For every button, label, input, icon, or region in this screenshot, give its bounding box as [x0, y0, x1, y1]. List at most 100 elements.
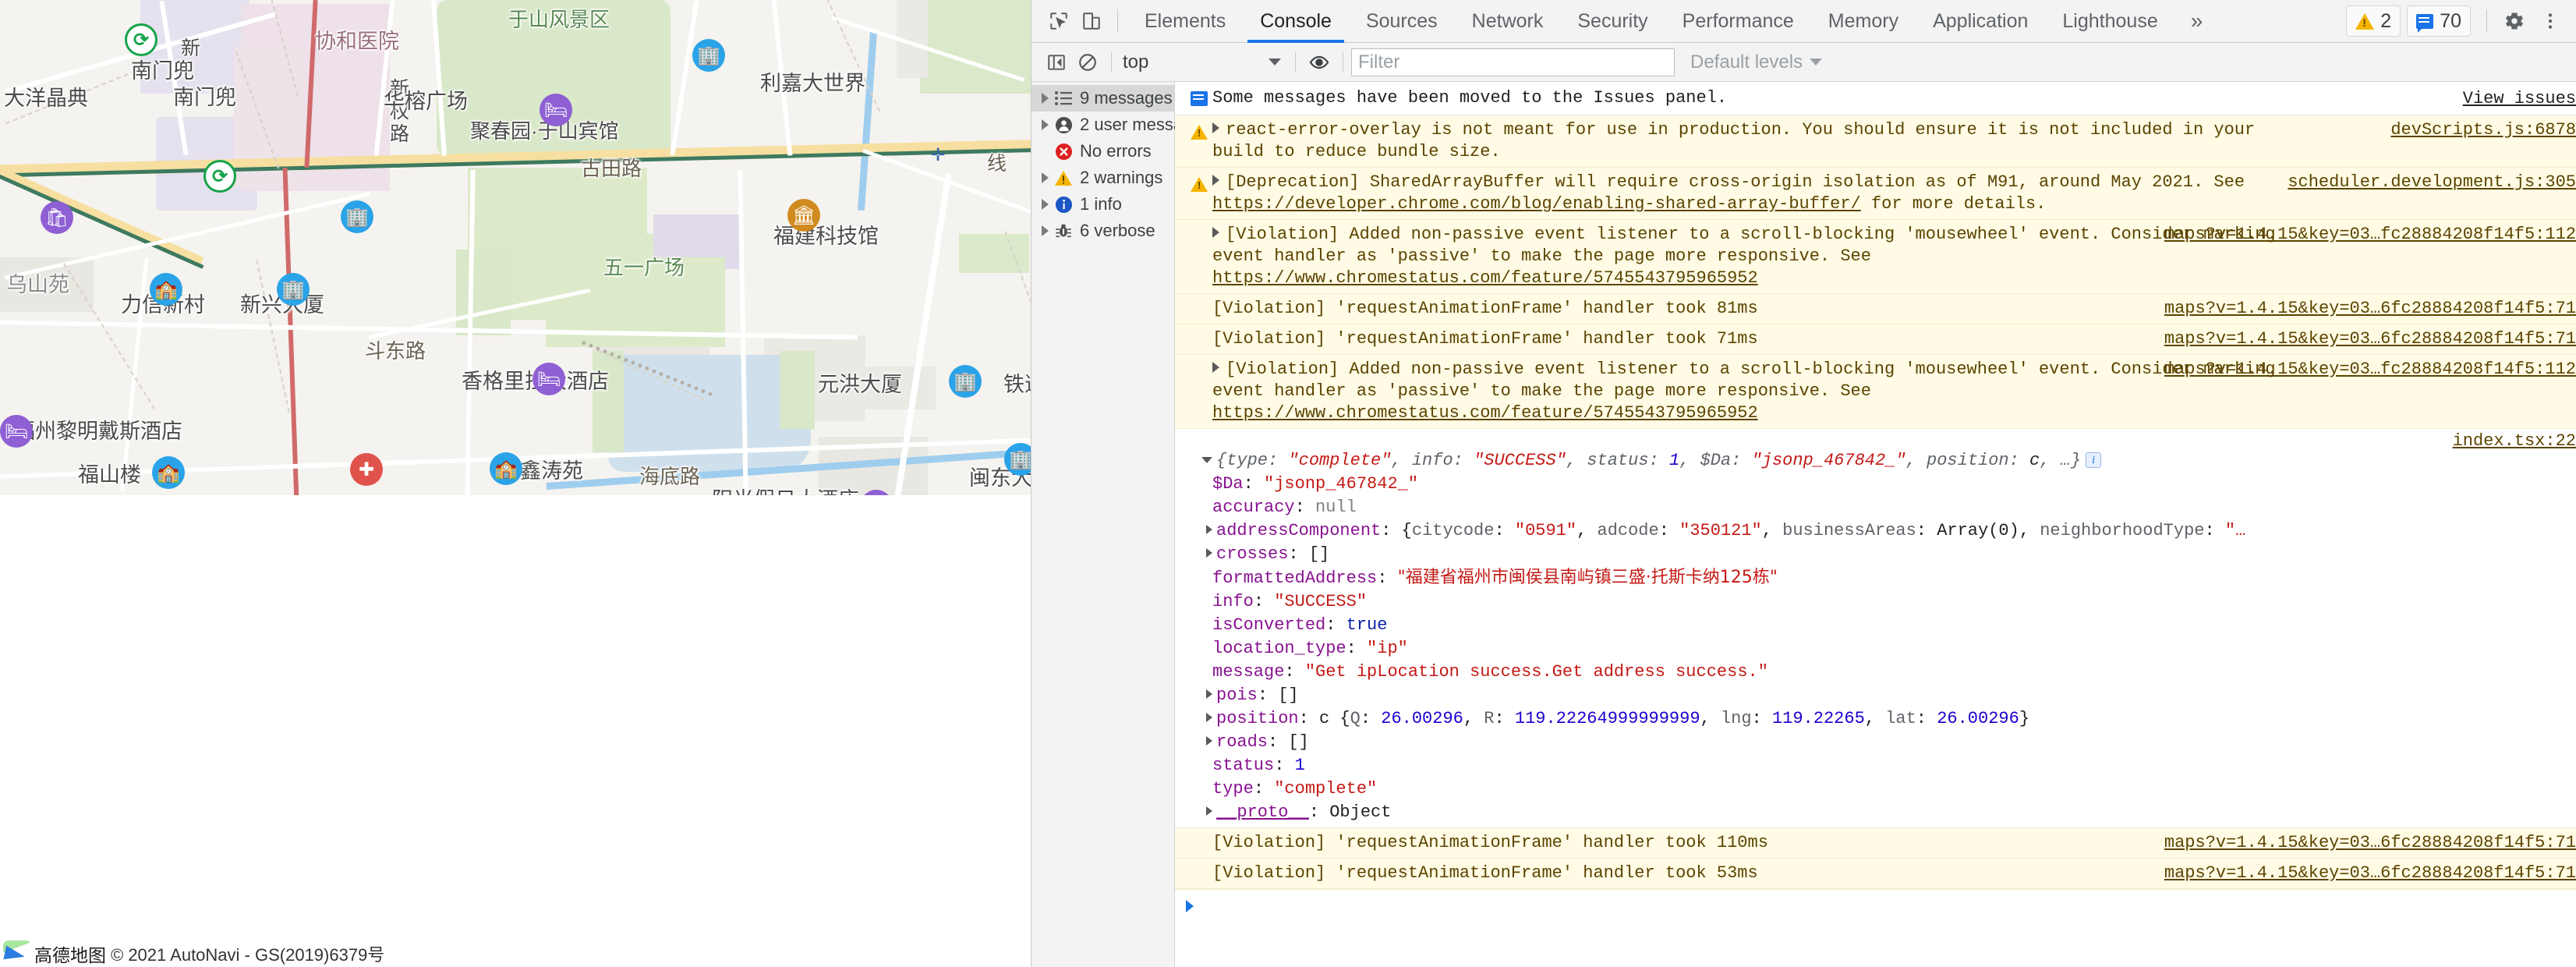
tab-security[interactable]: Security: [1560, 0, 1665, 43]
device-toolbar-icon[interactable]: [1075, 5, 1108, 37]
object-property-row[interactable]: roads: []: [1175, 731, 2576, 754]
expand-arrow-icon[interactable]: [1206, 713, 1212, 722]
more-tabs-button[interactable]: »: [2175, 9, 2219, 34]
map-canvas[interactable]: 协和医院于山风景区南门兜新利嘉大世界新 权 路聚春园·于山宾馆古田路线南门兜大洋…: [0, 0, 1031, 495]
expand-arrow-icon[interactable]: [1206, 548, 1212, 558]
expand-arrow-icon[interactable]: [1038, 199, 1052, 210]
expand-arrow-icon[interactable]: [1038, 225, 1052, 236]
sidebar-item-2-user-messages[interactable]: 2 user messages: [1031, 112, 1174, 138]
hospital-icon[interactable]: ✚: [350, 453, 383, 486]
gear-icon[interactable]: [2496, 3, 2532, 39]
building-icon[interactable]: 🏢: [341, 200, 373, 233]
sidebar-item-9-messages[interactable]: 9 messages: [1031, 85, 1174, 112]
building-icon[interactable]: 🏢: [692, 39, 725, 72]
source-link[interactable]: maps?v=1.4.15&key=03…6fc28884208f14f5:71: [2164, 298, 2576, 320]
info-badge-icon[interactable]: i: [2086, 452, 2101, 468]
expand-arrow-icon[interactable]: [1206, 806, 1212, 816]
expand-arrow-icon[interactable]: [1206, 525, 1212, 534]
tab-performance[interactable]: Performance: [1665, 0, 1811, 43]
source-link[interactable]: maps?v=1.4.15&key=03…6fc28884208f14f5:71: [2164, 328, 2576, 350]
chromestatus-link[interactable]: https://www.chromestatus.com/feature/574…: [1212, 268, 1758, 288]
object-property-row[interactable]: position: c {Q: 26.00296, R: 119.2226499…: [1175, 707, 2576, 731]
source-link[interactable]: index.tsx:22: [2453, 430, 2576, 452]
source-link[interactable]: maps?v=1.4.15&key=03…fc28884208f14f5:112: [2164, 224, 2576, 246]
warning-count-chip[interactable]: 2: [2346, 5, 2401, 37]
hotel-bed-icon[interactable]: 🛏: [533, 363, 565, 395]
console-message-row[interactable]: [Violation] Added non-passive event list…: [1175, 220, 2576, 294]
expand-arrow-icon[interactable]: [1206, 689, 1212, 699]
log-levels-select[interactable]: Default levels: [1690, 51, 1822, 73]
collapse-arrow-icon[interactable]: [1201, 457, 1212, 463]
source-link[interactable]: scheduler.development.js:305: [2288, 172, 2576, 193]
transit-interchange-icon[interactable]: ⟳: [125, 23, 157, 56]
tab-application[interactable]: Application: [1916, 0, 2045, 43]
sidebar-item-6-verbose[interactable]: 6 verbose: [1031, 218, 1174, 244]
tab-elements[interactable]: Elements: [1127, 0, 1243, 43]
expand-arrow-icon[interactable]: [1206, 736, 1212, 746]
museum-icon[interactable]: 🏛: [787, 199, 820, 232]
console-sidebar-toggle-icon[interactable]: [1041, 47, 1072, 78]
console-message-row[interactable]: react-error-overlay is not meant for use…: [1175, 115, 2576, 168]
building-icon[interactable]: 🏢: [949, 365, 982, 398]
sidebar-item-no-errors[interactable]: No errors: [1031, 138, 1174, 165]
tab-network[interactable]: Network: [1455, 0, 1561, 43]
object-property-row[interactable]: pois: []: [1175, 684, 2576, 707]
building-icon[interactable]: 🏢: [277, 273, 310, 306]
hotel-bed-icon[interactable]: 🛏: [540, 94, 572, 126]
view-issues-link[interactable]: View issues: [2463, 88, 2576, 110]
console-object-row[interactable]: index.tsx:22 {type: "complete", info: "S…: [1175, 429, 2576, 828]
devtools-tab-list: ElementsConsoleSourcesNetworkSecurityPer…: [1127, 0, 2175, 43]
expand-arrow-icon[interactable]: [1212, 227, 1219, 238]
building-icon[interactable]: 🏢: [1004, 443, 1031, 476]
sidebar-item-2-warnings[interactable]: 2 warnings: [1031, 165, 1174, 191]
source-link[interactable]: devScripts.js:6878: [2390, 119, 2576, 141]
source-link[interactable]: maps?v=1.4.15&key=03…6fc28884208f14f5:71: [2164, 863, 2576, 884]
console-message-row[interactable]: [Violation] 'requestAnimationFrame' hand…: [1175, 859, 2576, 889]
console-message-row[interactable]: [Violation] 'requestAnimationFrame' hand…: [1175, 324, 2576, 355]
object-property-row[interactable]: crosses: []: [1175, 543, 2576, 566]
source-link[interactable]: maps?v=1.4.15&key=03…fc28884208f14f5:112: [2164, 359, 2576, 381]
sidebar-item-1-info[interactable]: 1 info: [1031, 191, 1174, 218]
filter-input[interactable]: [1351, 48, 1675, 76]
kebab-menu-icon[interactable]: [2532, 3, 2568, 39]
chromestatus-link[interactable]: https://www.chromestatus.com/feature/574…: [1212, 403, 1758, 423]
expand-arrow-icon[interactable]: [1038, 93, 1052, 104]
console-message-row[interactable]: [Violation] 'requestAnimationFrame' hand…: [1175, 294, 2576, 324]
console-message-row[interactable]: [Violation] 'requestAnimationFrame' hand…: [1175, 828, 2576, 859]
expand-arrow-icon[interactable]: [1038, 119, 1052, 130]
tab-memory[interactable]: Memory: [1811, 0, 1916, 43]
source-link[interactable]: maps?v=1.4.15&key=03…6fc28884208f14f5:71: [2164, 832, 2576, 854]
console-message-row[interactable]: [Deprecation] SharedArrayBuffer will req…: [1175, 168, 2576, 220]
crosshair-cursor-icon[interactable]: ✛: [927, 144, 949, 166]
object-preview-row[interactable]: {type: "complete", info: "SUCCESS", stat…: [1175, 449, 2576, 473]
tab-console[interactable]: Console: [1243, 0, 1349, 43]
expand-arrow-icon[interactable]: [1212, 175, 1219, 186]
object-proto-row[interactable]: __proto__: Object: [1175, 801, 2576, 824]
console-log[interactable]: Some messages have been moved to the Iss…: [1175, 82, 2576, 967]
transit-interchange-icon[interactable]: ⟳: [203, 160, 236, 193]
school-icon[interactable]: 🏫: [490, 452, 522, 485]
shopping-bag-icon[interactable]: 🛍: [41, 201, 73, 234]
issues-count-chip[interactable]: 70: [2407, 5, 2471, 37]
expand-arrow-icon[interactable]: [1212, 122, 1219, 133]
chrome-blog-link[interactable]: https://developer.chrome.com/blog/enabli…: [1212, 194, 1861, 214]
execution-context-select[interactable]: top: [1120, 48, 1287, 76]
message-text: react-error-overlay is not meant for use…: [1212, 119, 2576, 163]
school-icon[interactable]: 🏫: [152, 456, 185, 489]
clear-console-icon[interactable]: [1072, 47, 1103, 78]
map-pane[interactable]: 协和医院于山风景区南门兜新利嘉大世界新 权 路聚春园·于山宾馆古田路线南门兜大洋…: [0, 0, 1031, 967]
tab-lighthouse[interactable]: Lighthouse: [2045, 0, 2174, 43]
inspect-element-icon[interactable]: [1042, 5, 1075, 37]
console-message-row[interactable]: [Violation] Added non-passive event list…: [1175, 355, 2576, 429]
expand-arrow-icon[interactable]: [1212, 362, 1219, 373]
toolbar-divider: [1295, 52, 1296, 73]
live-expression-icon[interactable]: [1304, 47, 1335, 78]
issues-message-icon: [2416, 14, 2433, 29]
tab-sources[interactable]: Sources: [1349, 0, 1455, 43]
object-property-row[interactable]: addressComponent: {citycode: "0591", adc…: [1175, 519, 2576, 543]
hotel-bed-icon[interactable]: 🛏: [0, 415, 33, 448]
expand-arrow-icon[interactable]: [1038, 172, 1052, 183]
sidebar-item-label: No errors: [1080, 141, 1152, 161]
school-icon[interactable]: 🏫: [150, 273, 182, 306]
console-prompt[interactable]: [1175, 889, 2576, 922]
